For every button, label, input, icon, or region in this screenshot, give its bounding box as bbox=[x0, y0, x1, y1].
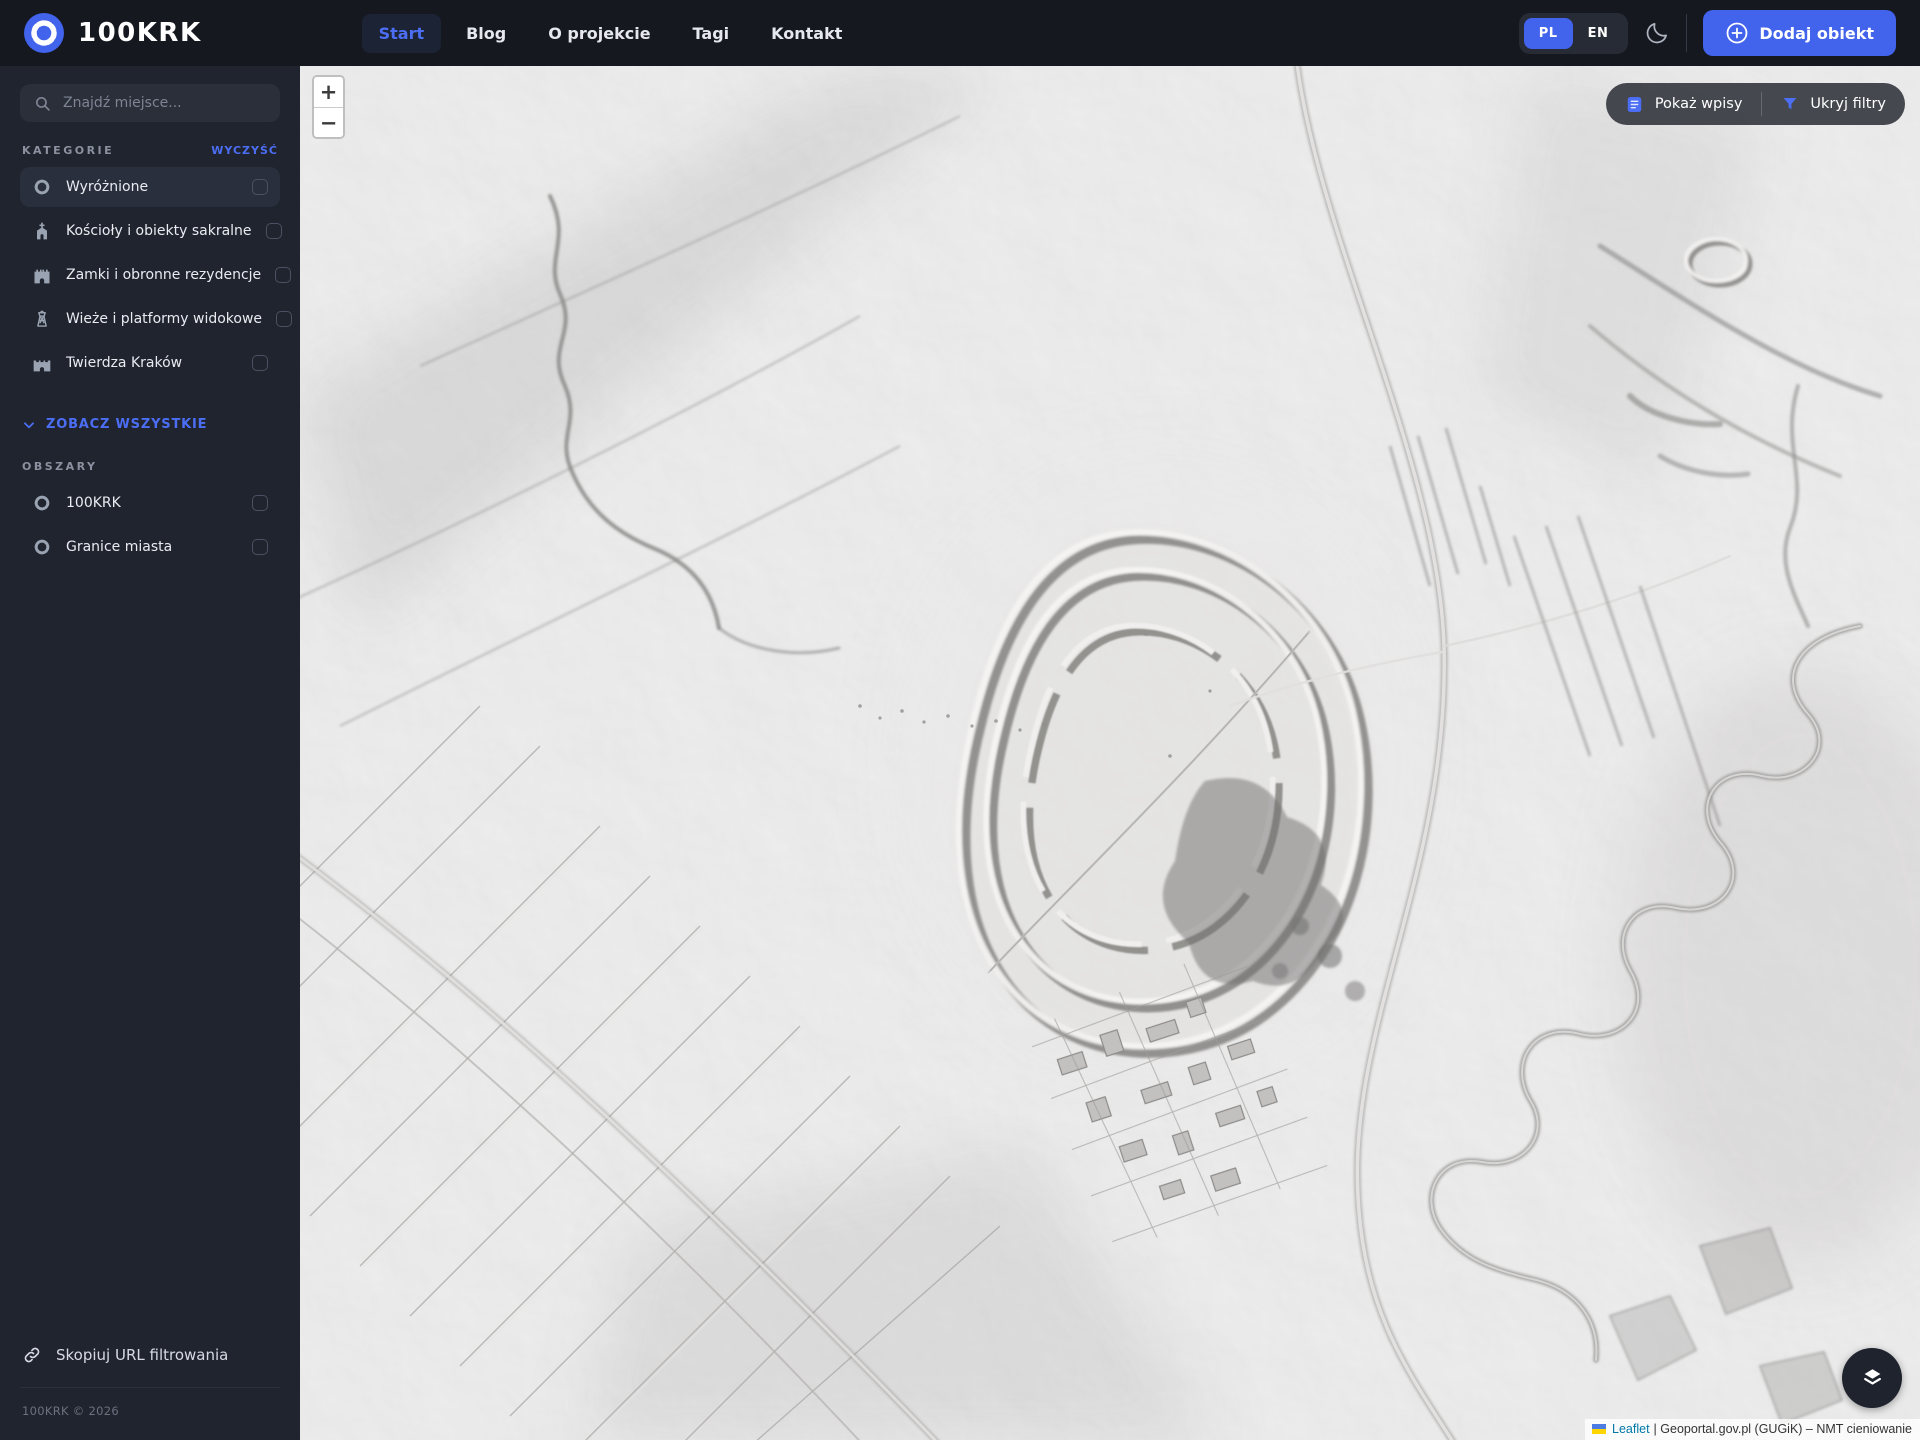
clear-filters-button[interactable]: WYCZYŚĆ bbox=[211, 144, 278, 157]
church-icon bbox=[32, 221, 52, 241]
category-checkbox[interactable] bbox=[275, 267, 291, 283]
nav-tagi[interactable]: Tagi bbox=[676, 14, 747, 53]
nav-kontakt[interactable]: Kontakt bbox=[754, 14, 859, 53]
main-nav: Start Blog O projekcie Tagi Kontakt bbox=[362, 14, 860, 53]
area-granice-miasta[interactable]: Granice miasta bbox=[20, 527, 280, 567]
area-100krk[interactable]: 100KRK bbox=[20, 483, 280, 523]
fortress-icon bbox=[32, 353, 52, 373]
zoom-out-button[interactable]: − bbox=[314, 107, 343, 137]
aperture-icon bbox=[32, 493, 52, 513]
category-koscioly[interactable]: Kościoły i obiekty sakralne bbox=[20, 211, 280, 251]
map-attribution: Leaflet | Geoportal.gov.pl (GUGiK) – NMT… bbox=[1585, 1419, 1920, 1440]
see-all-toggle[interactable]: ZOBACZ WSZYSTKIE bbox=[22, 417, 278, 432]
filter-funnel-icon bbox=[1781, 95, 1799, 113]
category-wieze[interactable]: Wieże i platformy widokowe bbox=[20, 299, 280, 339]
area-checkbox[interactable] bbox=[252, 539, 268, 555]
link-icon bbox=[22, 1345, 42, 1365]
lang-pl-button[interactable]: PL bbox=[1524, 18, 1573, 49]
language-toggle: PL EN bbox=[1519, 13, 1629, 54]
category-checkbox[interactable] bbox=[252, 179, 268, 195]
category-checkbox[interactable] bbox=[252, 355, 268, 371]
search-icon bbox=[34, 95, 51, 112]
header-right: PL EN Dodaj obiekt bbox=[1519, 10, 1896, 56]
hillshade-map[interactable] bbox=[300, 66, 1920, 1440]
attribution-text: | Geoportal.gov.pl (GUGiK) – NMT cieniow… bbox=[1654, 1422, 1912, 1436]
categories-heading: KATEGORIE bbox=[22, 144, 114, 157]
filter-sidebar: KATEGORIE WYCZYŚĆ Wyróżnione Kościoły i … bbox=[0, 66, 300, 1440]
brand-logo-icon bbox=[24, 13, 64, 53]
plus-circle-icon bbox=[1725, 21, 1749, 45]
show-entries-button[interactable]: Pokaż wpisy bbox=[1606, 83, 1762, 125]
map-zoom-control: + − bbox=[312, 75, 345, 139]
aperture-icon bbox=[32, 537, 52, 557]
ukraine-flag-icon bbox=[1592, 1424, 1606, 1434]
nav-start[interactable]: Start bbox=[362, 14, 442, 53]
leaflet-link[interactable]: Leaflet bbox=[1612, 1422, 1650, 1436]
sidebar-footer-divider bbox=[20, 1387, 280, 1388]
lang-en-button[interactable]: EN bbox=[1573, 18, 1624, 49]
brand-name: 100KRK bbox=[78, 18, 202, 48]
brand[interactable]: 100KRK bbox=[24, 13, 202, 53]
nav-o-projekcie[interactable]: O projekcie bbox=[531, 14, 667, 53]
tower-icon bbox=[32, 309, 52, 329]
moon-icon bbox=[1644, 20, 1670, 46]
top-navbar: 100KRK Start Blog O projekcie Tagi Konta… bbox=[0, 0, 1920, 66]
layers-icon bbox=[1859, 1365, 1886, 1392]
copy-filter-url-button[interactable]: Skopiuj URL filtrowania bbox=[20, 1345, 280, 1365]
search-input[interactable] bbox=[63, 95, 266, 111]
nav-blog[interactable]: Blog bbox=[449, 14, 523, 53]
map-viewport[interactable]: + − Pokaż wpisy Ukryj filtry Lea bbox=[300, 66, 1920, 1440]
castle-icon bbox=[32, 265, 52, 285]
dark-mode-toggle[interactable] bbox=[1644, 20, 1670, 46]
categories-header: KATEGORIE WYCZYŚĆ bbox=[22, 144, 278, 157]
aperture-icon bbox=[32, 177, 52, 197]
sidebar-spacer bbox=[20, 571, 280, 1345]
entries-list-icon bbox=[1625, 95, 1644, 114]
category-checkbox[interactable] bbox=[276, 311, 292, 327]
header-divider bbox=[1686, 14, 1687, 52]
add-object-button[interactable]: Dodaj obiekt bbox=[1703, 10, 1896, 56]
copyright-text: 100KRK © 2026 bbox=[20, 1404, 280, 1418]
category-checkbox[interactable] bbox=[266, 223, 282, 239]
chevron-down-icon bbox=[22, 418, 36, 432]
category-twierdza[interactable]: Twierdza Kraków bbox=[20, 343, 280, 383]
zoom-in-button[interactable]: + bbox=[314, 77, 343, 107]
area-checkbox[interactable] bbox=[252, 495, 268, 511]
hide-filters-button[interactable]: Ukryj filtry bbox=[1762, 83, 1905, 125]
areas-heading: OBSZARY bbox=[22, 460, 97, 473]
search-box bbox=[20, 84, 280, 122]
map-toolbar-pill: Pokaż wpisy Ukryj filtry bbox=[1606, 83, 1905, 125]
areas-header: OBSZARY bbox=[22, 460, 278, 473]
category-zamki[interactable]: Zamki i obronne rezydencje bbox=[20, 255, 280, 295]
category-wyroznione[interactable]: Wyróżnione bbox=[20, 167, 280, 207]
layers-button[interactable] bbox=[1842, 1348, 1902, 1408]
